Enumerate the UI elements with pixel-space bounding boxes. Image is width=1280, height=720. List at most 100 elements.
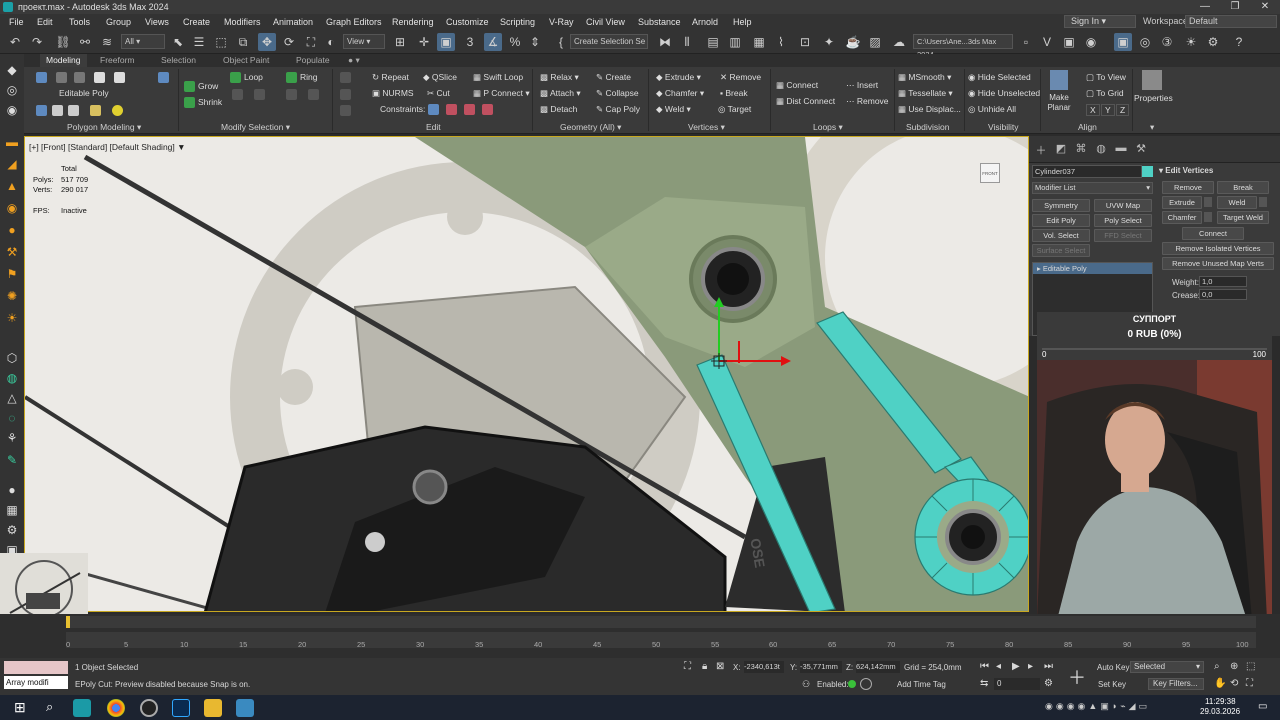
snap-3d-icon[interactable]: 3 xyxy=(461,33,479,51)
loop-button[interactable]: Loop xyxy=(244,72,263,82)
menu-help[interactable]: Help xyxy=(733,14,752,30)
redo-icon[interactable]: ↷ xyxy=(28,33,46,51)
ev-extrude-button[interactable]: Extrude xyxy=(1162,196,1202,209)
scale-icon[interactable]: ⛶ xyxy=(302,33,320,51)
zoom-all-icon[interactable]: ⊕ xyxy=(1230,661,1238,672)
play-icon[interactable]: ▶ xyxy=(1012,661,1020,672)
select-by-name-icon[interactable]: ☰ xyxy=(190,33,208,51)
tessellate-button[interactable]: ▦ Tessellate ▾ xyxy=(898,88,953,99)
tab-object-paint[interactable]: Object Paint xyxy=(217,54,275,67)
surface-select-button[interactable]: Surface Select xyxy=(1032,244,1090,257)
break-button[interactable]: ▪ Break xyxy=(720,88,748,98)
menu-arnold[interactable]: Arnold xyxy=(692,14,718,30)
poly-select-button[interactable]: Poly Select xyxy=(1094,214,1152,227)
collapse-button[interactable]: ✎ Collapse xyxy=(596,88,639,99)
ribbon-collapse-icon[interactable]: ▾ xyxy=(1150,122,1154,133)
nurms-button[interactable]: ▣ NURMS xyxy=(372,88,414,99)
windows-start-icon[interactable]: ⊞ xyxy=(14,699,26,716)
maximize-viewport-icon[interactable]: ⛶ xyxy=(1246,678,1253,689)
align-x-button[interactable]: X xyxy=(1086,104,1100,116)
scene-explorer-icon[interactable]: ▤ xyxy=(704,33,722,51)
unlink-icon[interactable]: ⚯ xyxy=(76,33,94,51)
help-icon[interactable]: ? xyxy=(1230,33,1248,51)
rendered-frame-icon[interactable]: ▨ xyxy=(866,33,884,51)
absolute-mode-icon[interactable]: ⊠ xyxy=(716,661,724,672)
orbit-icon[interactable]: ⟲ xyxy=(1230,678,1238,689)
search-icon[interactable]: ⌕ xyxy=(46,699,53,715)
ffd-select-button[interactable]: FFD Select xyxy=(1094,229,1152,242)
modify-panel-icon[interactable]: ◩ xyxy=(1053,142,1069,158)
grow-button[interactable]: Grow xyxy=(198,81,218,91)
menu-civil-view[interactable]: Civil View xyxy=(586,14,625,30)
utilities-panel-icon[interactable]: ⚒ xyxy=(1133,142,1149,158)
move-icon[interactable]: ✥ xyxy=(258,33,276,51)
flag-icon[interactable]: ⚑ xyxy=(4,266,20,282)
project-path-field[interactable]: C:\Users\Ane...3ds Max 2024 xyxy=(913,34,1013,59)
sphere-icon[interactable]: ◍ xyxy=(4,370,20,386)
chrome-taskbar-icon[interactable] xyxy=(107,699,125,717)
sun-icon[interactable]: ☀ xyxy=(4,310,20,326)
torus-icon[interactable]: ◌ xyxy=(4,410,20,426)
vray-light-icon[interactable]: ☀ xyxy=(1182,33,1200,51)
bind-spacewarp-icon[interactable]: ≋ xyxy=(98,33,116,51)
cube-icon[interactable]: ⬡ xyxy=(4,350,20,366)
3dsmax-taskbar-icon[interactable] xyxy=(73,699,91,717)
ball-icon[interactable]: ● xyxy=(4,482,20,498)
constraint-edge-icon[interactable] xyxy=(446,104,457,115)
edit-tool-icon[interactable] xyxy=(340,72,351,83)
minimize-button[interactable]: — xyxy=(1190,0,1220,14)
keyboard-shortcut-icon[interactable]: ▣ xyxy=(437,33,455,51)
angle-snap-icon[interactable]: ∡ xyxy=(484,33,502,51)
time-config-icon[interactable]: ⚙ xyxy=(1044,678,1053,689)
time-slider[interactable] xyxy=(66,616,1256,628)
target-button[interactable]: ◎ Target xyxy=(718,104,751,115)
next-frame-icon[interactable]: ▸ xyxy=(1028,661,1033,672)
sign-in-button[interactable]: Sign In ▾ xyxy=(1064,15,1136,28)
modifier-list-dropdown[interactable]: Modifier List ▾ xyxy=(1032,182,1153,194)
loop-shrink-icon[interactable] xyxy=(254,89,265,100)
edit-vertices-rollout-title[interactable]: ▾ Edit Vertices xyxy=(1159,165,1279,177)
vray-settings-icon[interactable]: ⚙ xyxy=(1204,33,1222,51)
element-mode-icon[interactable] xyxy=(114,72,125,83)
graphite-tools-icon[interactable]: ◢ xyxy=(4,156,20,172)
grid-icon[interactable]: ▦ xyxy=(4,502,20,518)
percent-snap-icon[interactable]: % xyxy=(506,33,524,51)
reference-coord-dropdown[interactable]: View ▾ xyxy=(343,34,385,49)
show-end-result-icon[interactable] xyxy=(158,72,169,83)
window-crossing-icon[interactable]: ⧉ xyxy=(234,33,252,51)
lock-icon[interactable]: 🔒︎ xyxy=(702,661,707,672)
menu-views[interactable]: Views xyxy=(145,14,169,30)
crease-spinner[interactable]: 0,0 xyxy=(1199,289,1247,300)
obs-taskbar-icon[interactable] xyxy=(140,699,158,717)
align-z-button[interactable]: Z xyxy=(1116,104,1130,116)
loop-grow-icon[interactable] xyxy=(232,89,243,100)
preview-off-icon[interactable] xyxy=(36,105,47,116)
unhide-all-button[interactable]: ◎ Unhide All xyxy=(968,104,1016,115)
vray-icon[interactable]: V xyxy=(1038,33,1056,51)
vol-select-button[interactable]: Vol. Select xyxy=(1032,229,1090,242)
chamfer-button[interactable]: ◆ Chamfer ▾ xyxy=(656,88,704,99)
edit-poly-button[interactable]: Edit Poly xyxy=(1032,214,1090,227)
current-frame-field[interactable]: 0 xyxy=(994,678,1040,690)
spinner-snap-icon[interactable]: ⇕ xyxy=(526,33,544,51)
align-y-button[interactable]: Y xyxy=(1101,104,1115,116)
menu-vray[interactable]: V-Ray xyxy=(549,14,574,30)
ev-chamfer-button[interactable]: Chamfer xyxy=(1162,211,1202,224)
shrink-button[interactable]: Shrink xyxy=(198,97,222,107)
place-icon[interactable]: ◐ xyxy=(322,33,340,51)
extrude-settings-icon[interactable] xyxy=(1204,197,1212,207)
settings-icon[interactable]: ⚙ xyxy=(4,522,20,538)
zoom-extents-icon[interactable]: ⬚ xyxy=(1246,661,1255,672)
weld-button[interactable]: ◆ Weld ▾ xyxy=(656,104,691,115)
goto-start-icon[interactable]: ⏮ xyxy=(980,661,989,672)
pconnect-button[interactable]: ▦ P Connect ▾ xyxy=(473,88,530,99)
detach-button[interactable]: ▩ Detach xyxy=(540,104,577,115)
modify-selection-section[interactable]: Modify Selection ▾ xyxy=(221,122,290,133)
isolate-icon[interactable]: ⛶ xyxy=(684,661,691,672)
object-name-field[interactable]: Cylinder037 xyxy=(1032,165,1142,178)
render-icon[interactable]: ☁ xyxy=(890,33,908,51)
display-panel-icon[interactable]: ▬ xyxy=(1113,142,1129,158)
vertex-mode-icon[interactable] xyxy=(36,72,47,83)
set-key-big-icon[interactable]: ＋ xyxy=(1068,664,1086,690)
make-planar-button[interactable]: Make Planar xyxy=(1046,70,1072,118)
